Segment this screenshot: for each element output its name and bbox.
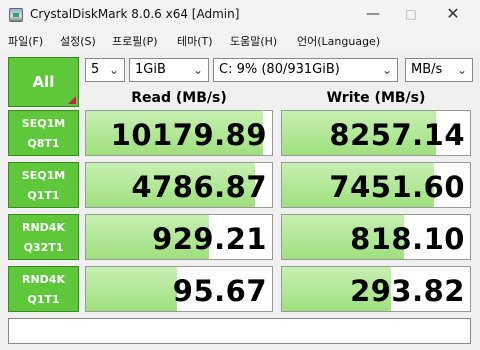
size-select[interactable]: 1GiB ⌄ xyxy=(129,58,209,82)
write-result: 293.82 xyxy=(281,266,471,312)
write-value: 7451.60 xyxy=(329,170,465,204)
read-value: 929.21 xyxy=(152,222,267,256)
drive-select[interactable]: C: 9% (80/931GiB) ⌄ xyxy=(213,58,398,82)
test-name: RND4K xyxy=(22,221,65,234)
test-name: SEQ1M xyxy=(21,117,66,130)
size-value: 1GiB xyxy=(135,62,166,77)
read-bar xyxy=(86,267,178,311)
read-value: 4786.87 xyxy=(131,170,267,204)
menu-profile[interactable]: 프로필(P) xyxy=(112,33,158,49)
read-header: Read (MB/s) xyxy=(131,90,227,106)
menu-file[interactable]: 파일(F) xyxy=(8,33,43,49)
read-result: 929.21 xyxy=(85,214,273,260)
menu-help[interactable]: 도움말(H) xyxy=(230,33,277,49)
menu-language[interactable]: 언어(Language) xyxy=(297,33,380,49)
test-label-seq1m-q1t1[interactable]: SEQ1M Q1T1 xyxy=(8,162,79,208)
all-button[interactable]: All xyxy=(8,57,79,107)
menu-bar: 파일(F) 설정(S) 프로필(P) 테마(T) 도움말(H) 언어(Langu… xyxy=(0,30,480,50)
unit-select[interactable]: MB/s ⌄ xyxy=(405,58,473,82)
test-name: SEQ1M xyxy=(21,169,66,182)
chevron-down-icon: ⌄ xyxy=(456,63,467,77)
test-name: RND4K xyxy=(22,273,65,286)
write-header: Write (MB/s) xyxy=(326,90,426,106)
chevron-down-icon: ⌄ xyxy=(108,63,119,77)
test-params: Q1T1 xyxy=(27,293,60,306)
unit-value: MB/s xyxy=(411,62,443,77)
write-result: 818.10 xyxy=(281,214,471,260)
menu-theme[interactable]: 테마(T) xyxy=(177,33,213,49)
menu-settings[interactable]: 설정(S) xyxy=(60,33,96,49)
count-value: 5 xyxy=(91,62,100,77)
app-icon xyxy=(9,8,23,22)
test-params: Q1T1 xyxy=(27,189,60,202)
count-select[interactable]: 5 ⌄ xyxy=(85,58,125,82)
write-value: 293.82 xyxy=(350,274,465,308)
read-result: 95.67 xyxy=(85,266,273,312)
test-params: Q8T1 xyxy=(27,137,60,150)
write-value: 8257.14 xyxy=(329,118,465,152)
write-value: 818.10 xyxy=(350,222,465,256)
window-title: CrystalDiskMark 8.0.6 x64 [Admin] xyxy=(30,7,240,21)
read-result: 4786.87 xyxy=(85,162,273,208)
test-label-rnd4k-q32t1[interactable]: RND4K Q32T1 xyxy=(8,214,79,260)
chevron-down-icon: ⌄ xyxy=(381,63,392,77)
write-result: 7451.60 xyxy=(281,162,471,208)
minimize-icon[interactable]: — xyxy=(358,3,388,25)
comment-field[interactable] xyxy=(8,318,471,344)
write-result: 8257.14 xyxy=(281,110,471,156)
drive-value: C: 9% (80/931GiB) xyxy=(219,62,340,77)
test-label-rnd4k-q1t1[interactable]: RND4K Q1T1 xyxy=(8,266,79,312)
title-bar: CrystalDiskMark 8.0.6 x64 [Admin] — □ ✕ xyxy=(0,0,480,30)
read-value: 95.67 xyxy=(172,274,267,308)
test-label-seq1m-q8t1[interactable]: SEQ1M Q8T1 xyxy=(8,110,79,156)
test-params: Q32T1 xyxy=(23,241,64,254)
close-icon[interactable]: ✕ xyxy=(438,3,468,25)
read-value: 10179.89 xyxy=(110,118,267,152)
chevron-down-icon: ⌄ xyxy=(192,63,203,77)
maximize-icon[interactable]: □ xyxy=(396,3,426,25)
read-result: 10179.89 xyxy=(85,110,273,156)
